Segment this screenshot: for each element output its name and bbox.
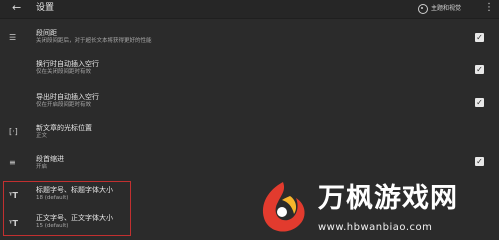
watermark-url: www.hbwanbiao.com (318, 222, 433, 233)
setting-row-cursor-position[interactable]: [·] 新文章的光标位置 正文 (0, 122, 499, 146)
setting-row-export-blank[interactable]: 导出时自动插入空行 仅在开启段间距时有效 ✓ (0, 91, 499, 115)
setting-row-newline-blank[interactable]: 换行时自动插入空行 仅在关闭段间距时有效 ✓ (0, 58, 499, 82)
setting-title: 段首缩进 (36, 155, 64, 163)
setting-checkbox[interactable]: ✓ (475, 98, 484, 107)
top-app-bar: ← 设置 主题和视觉 ⋮ (0, 0, 499, 19)
setting-title: 导出时自动插入空行 (36, 93, 99, 101)
watermark-logo-icon (262, 182, 305, 232)
setting-title: 换行时自动插入空行 (36, 60, 99, 68)
setting-checkbox[interactable]: ✓ (475, 157, 484, 166)
theme-button-label: 主题和视觉 (431, 4, 462, 12)
setting-subtitle: 关闭段间距后，对于超长文本将获得更好的性能 (36, 38, 152, 44)
setting-row-indent[interactable]: ≡ 段首缩进 开启 ✓ (0, 153, 499, 177)
theme-button[interactable]: 主题和视觉 (418, 2, 461, 15)
arrow-left-icon[interactable]: ← (12, 2, 21, 14)
setting-subtitle: 仅在开启段间距时有效 (36, 102, 92, 108)
setting-checkbox[interactable]: ✓ (475, 33, 484, 42)
setting-checkbox[interactable]: ✓ (475, 65, 484, 74)
watermark: 万枫游戏网 www.hbwanbiao.com (252, 178, 499, 240)
setting-row-paragraph-spacing[interactable]: ☰ 段间距 关闭段间距后，对于超长文本将获得更好的性能 ✓ (0, 27, 499, 51)
indent-icon: ≡ (9, 158, 16, 167)
more-vertical-icon[interactable]: ⋮ (484, 2, 494, 14)
setting-subtitle: 正文 (36, 133, 48, 139)
setting-title: 段间距 (36, 29, 57, 37)
setting-title: 新文章的光标位置 (36, 124, 92, 132)
page-title: 设置 (36, 3, 55, 13)
cursor-focus-icon: [·] (9, 127, 18, 136)
palette-icon (418, 3, 428, 14)
paragraph-spacing-icon: ☰ (9, 33, 17, 42)
setting-subtitle: 仅在关闭段间距时有效 (36, 69, 92, 75)
highlight-annotation-box (3, 181, 131, 236)
setting-subtitle: 开启 (36, 164, 48, 170)
watermark-title: 万枫游戏网 (318, 183, 458, 214)
